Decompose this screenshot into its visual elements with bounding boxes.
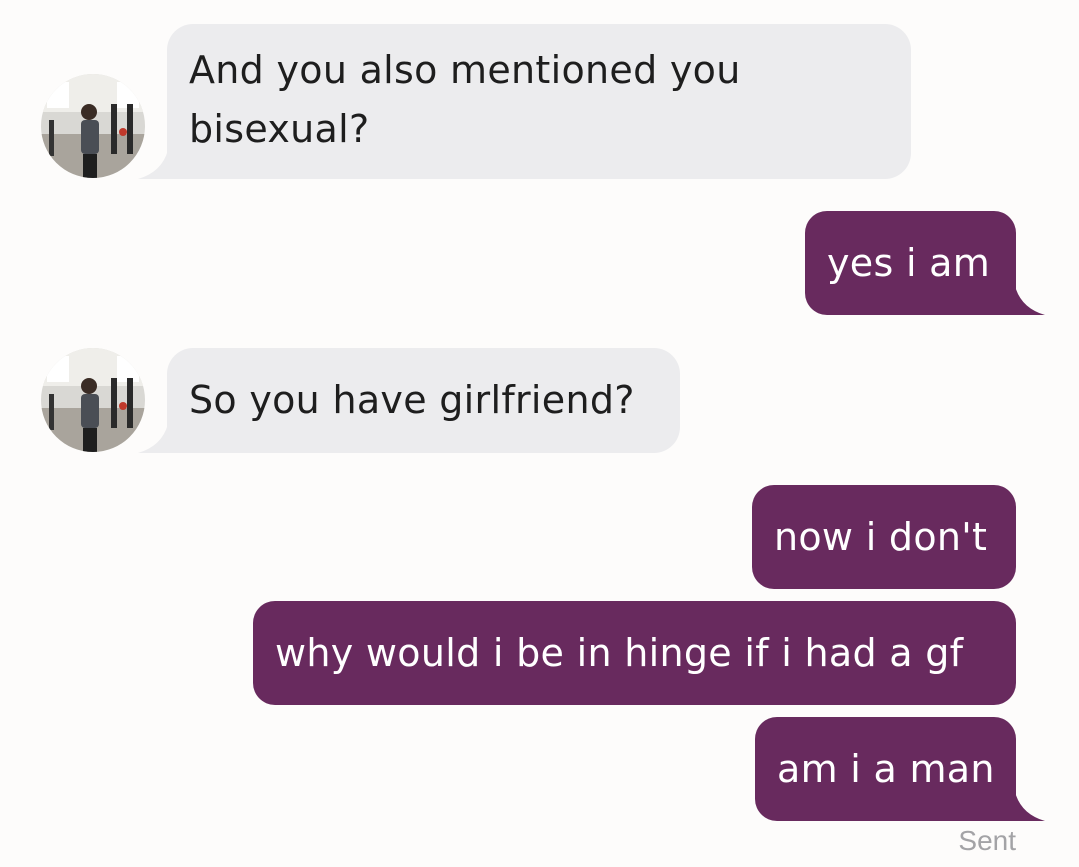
contact-avatar-icon[interactable]: [41, 74, 145, 178]
delivery-status: Sent: [958, 825, 1016, 856]
message-text: yes i am: [827, 241, 991, 285]
message-text: am i a man: [777, 747, 995, 791]
outgoing-bubble-tail: [1015, 792, 1045, 821]
sent-message-bubble[interactable]: why would i be in hinge if i had a gf: [253, 601, 1016, 705]
incoming-bubble-tail: [138, 424, 168, 453]
sent-message-bubble[interactable]: now i don't: [752, 485, 1016, 589]
message-text: now i don't: [774, 515, 988, 559]
contact-avatar-icon[interactable]: [41, 348, 145, 452]
received-message-bubble[interactable]: So you have girlfriend?: [167, 348, 680, 453]
incoming-bubble-tail: [138, 150, 168, 179]
message-text: So you have girlfriend?: [189, 378, 635, 422]
sent-message-bubble[interactable]: am i a man: [755, 717, 1016, 821]
outgoing-bubble-tail: [1015, 286, 1045, 315]
sent-message-bubble[interactable]: yes i am: [805, 211, 1016, 315]
received-message-bubble[interactable]: And you also mentioned you bisexual?: [167, 24, 911, 179]
message-text-line: And you also mentioned you: [189, 48, 741, 92]
message-text: why would i be in hinge if i had a gf: [275, 631, 964, 675]
message-text-line: bisexual?: [189, 107, 370, 151]
